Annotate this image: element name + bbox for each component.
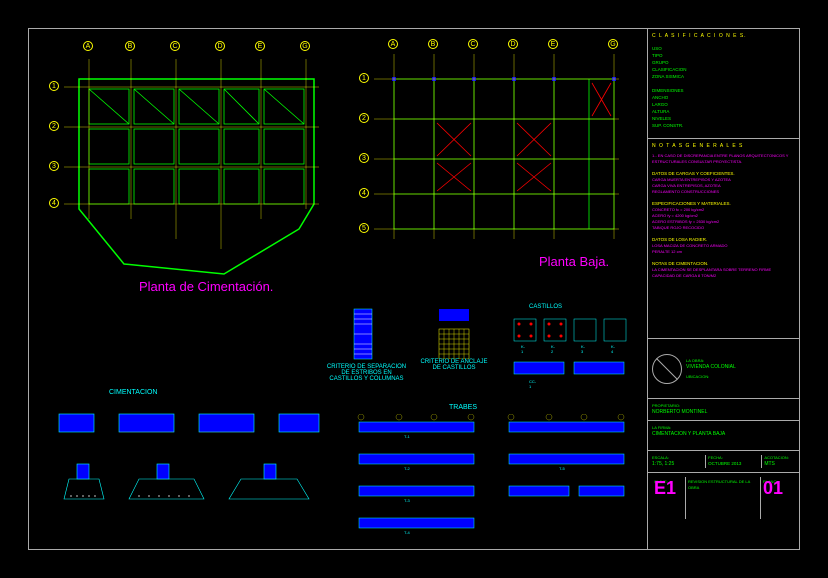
castillos-title: CASTILLOS [529,304,562,310]
tb-plano: LA FIRMA: CIMENTACION Y PLANTA BAJA [648,421,799,451]
tb-stamp: LA OBRA: VIVIENDA COLONIAL UBICACION: [648,339,799,399]
drawing-sheet: A B C D E G 1 2 3 4 Planta de Cimentació… [28,28,800,550]
cimentacion-title: CIMENTACION [109,389,157,396]
tb-notas: N O T A S G E N E R A L E S 1.- EN CASO … [648,139,799,339]
trabes-title: TRABES [449,404,477,411]
plan-cimentacion-title: Planta de Cimentación. [139,279,273,294]
tb-propietario: PROPIETARIO: NORBERTO MONTINEL [648,399,799,421]
tb-sheet-number: CLAVE: E1 REVISION ESTRUCTURAL DE LA OBR… [648,473,799,523]
stamp-icon [652,354,682,384]
detail-criterio-anclaje: CRITERIO DE ANCLAJE DE CASTILLOS [419,304,489,384]
drawing-area: A B C D E G 1 2 3 4 Planta de Cimentació… [29,29,649,549]
plan-baja: A B C D E G 1 2 3 4 5 Planta Baja. [359,39,639,289]
plan-baja-title: Planta Baja. [539,254,609,269]
plan-baja-svg [359,39,639,289]
title-block: C L A S I F I C A C I O N E S. USOTIPOGR… [647,29,799,549]
plan-cimentacion: A B C D E G 1 2 3 4 Planta de Cimentació… [39,39,349,299]
detail-criterio-separacion: CRITERIO DE SEPARACION DE ESTRIBOS EN CA… [329,304,399,384]
tb-clasificaciones: C L A S I F I C A C I O N E S. USOTIPOGR… [648,29,799,139]
cimentacion-details [49,404,329,534]
trabes-details: T-1 T-2 T-3 T-4 T-5 [349,414,639,539]
plan-cimentacion-svg [39,39,349,299]
tb-meta: ESCALA: 1:75, 1:25 FECHA: OCTUBRE 2013 A… [648,451,799,473]
